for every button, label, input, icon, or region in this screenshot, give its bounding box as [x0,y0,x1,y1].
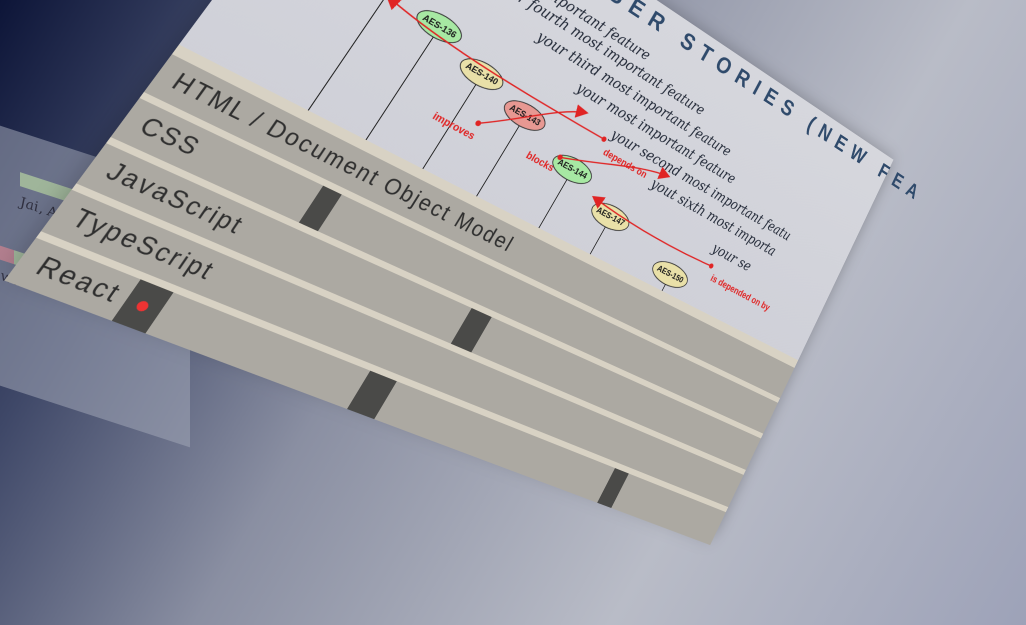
dependency-links [12,0,894,537]
relation-depends-on-arrow[interactable] [379,0,610,139]
relation-depended-on-by-arrow[interactable] [591,197,714,267]
user-story-map-view: Jai, Arav Vishwas USER STORIES (NEW FEA … [0,0,1026,625]
story-board: USER STORIES (NEW FEA your fifth most im… [12,0,894,537]
relation-blocks-arrow[interactable] [560,125,668,208]
